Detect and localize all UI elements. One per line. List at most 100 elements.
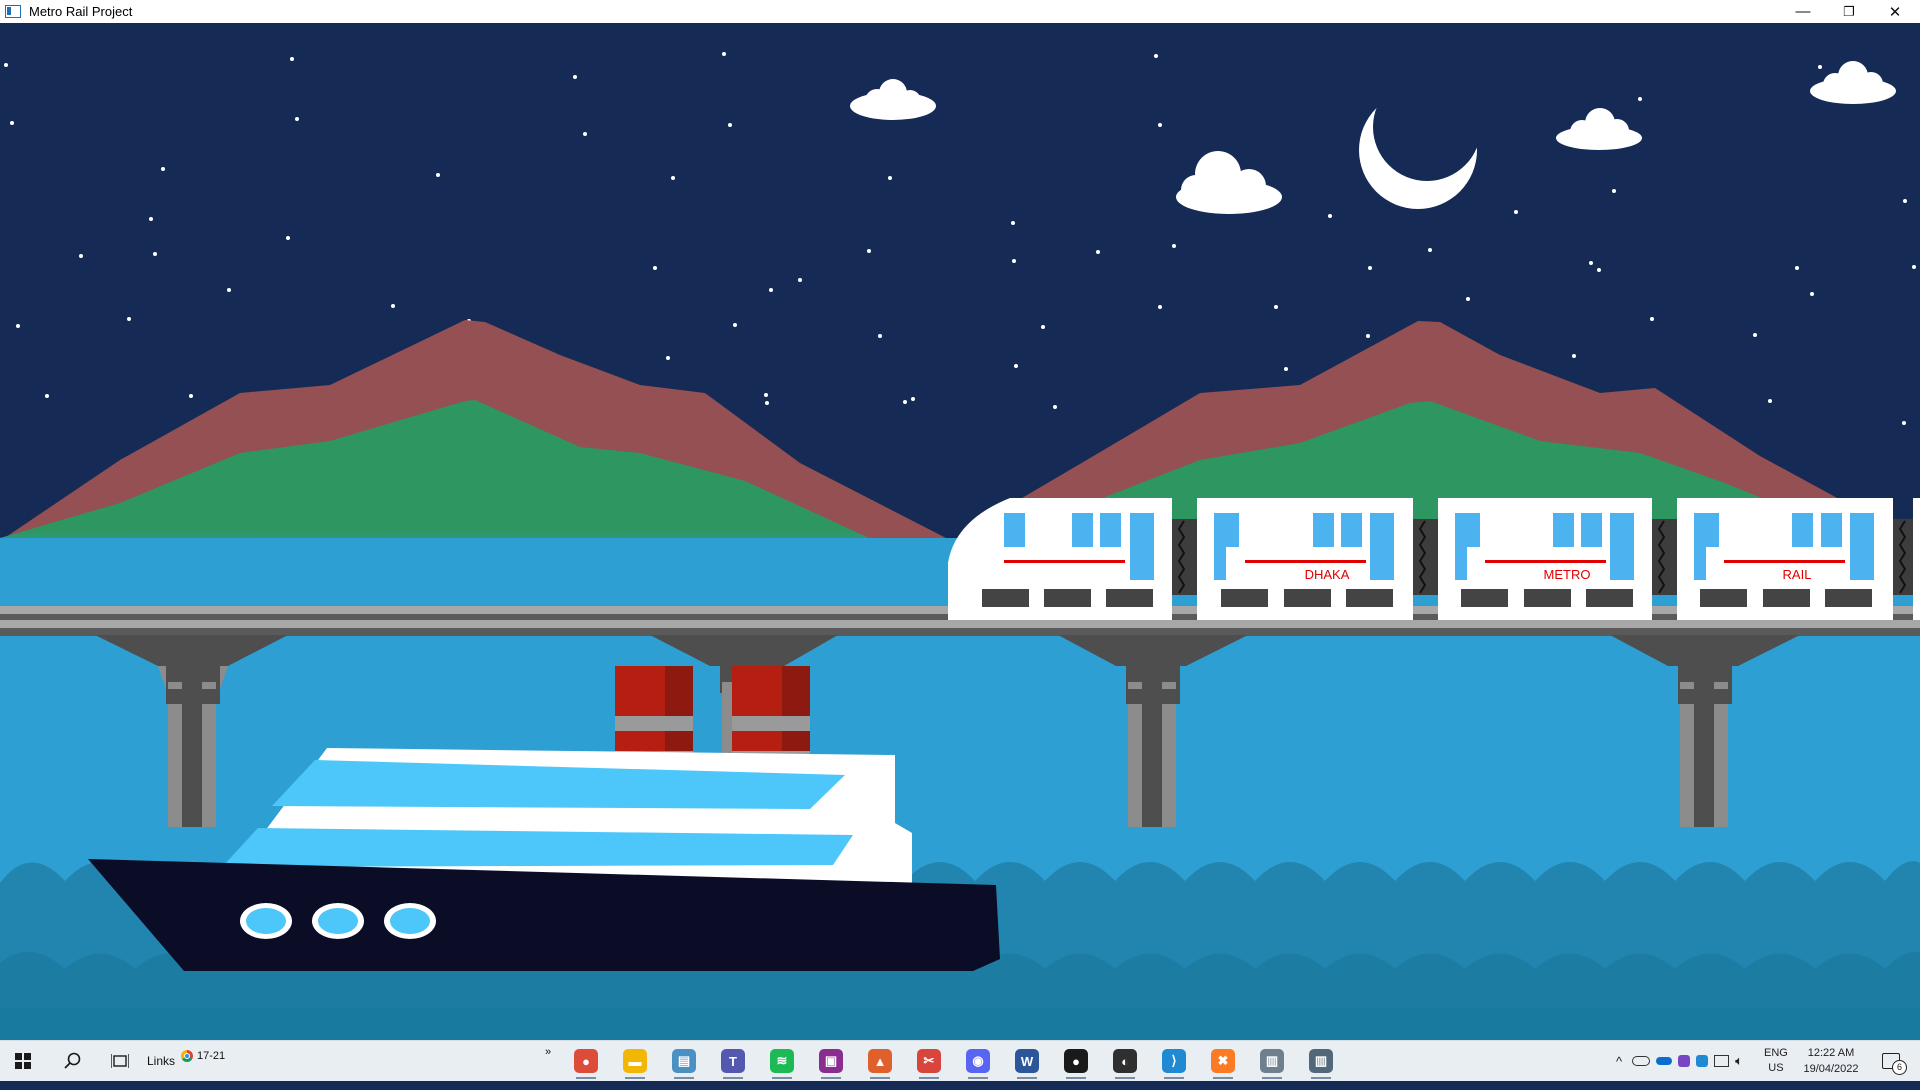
close-button[interactable]: ✕: [1872, 0, 1918, 23]
teams-icon[interactable]: T: [721, 1049, 745, 1079]
star-icon: [1638, 97, 1642, 101]
star-icon: [286, 236, 290, 240]
winrar-icon[interactable]: ▣: [819, 1049, 843, 1079]
vscode-icon[interactable]: ⟩: [1162, 1049, 1186, 1079]
star-icon: [1154, 54, 1158, 58]
xampp-icon[interactable]: ✖: [1211, 1049, 1235, 1079]
network-icon[interactable]: [1714, 1055, 1730, 1067]
star-icon: [1589, 261, 1593, 265]
star-icon: [666, 356, 670, 360]
start-button[interactable]: [0, 1041, 46, 1081]
star-icon: [671, 176, 675, 180]
star-icon: [573, 75, 577, 79]
notepad-icon[interactable]: ▤: [672, 1049, 696, 1079]
star-icon: [227, 288, 231, 292]
train-car-label-rail: RAIL: [1783, 567, 1812, 582]
window-title: Metro Rail Project: [29, 4, 133, 19]
star-icon: [1466, 297, 1470, 301]
matlab-icon[interactable]: ▲: [868, 1049, 892, 1079]
task-view-button[interactable]: [97, 1041, 143, 1081]
star-icon: [1818, 65, 1822, 69]
toolbar-overflow[interactable]: »: [540, 1041, 556, 1063]
star-icon: [1366, 334, 1370, 338]
star-icon: [911, 397, 915, 401]
star-icon: [1012, 259, 1016, 263]
metro-rail-scene: DHAKA METRO RAIL: [0, 23, 1920, 1040]
system-tray: ^ 🔈︎: [1616, 1041, 1751, 1081]
metro-rail-window-icon[interactable]: ▥: [1309, 1049, 1333, 1079]
star-icon: [1284, 367, 1288, 371]
file-explorer-icon[interactable]: ▬: [623, 1049, 647, 1079]
star-icon: [153, 252, 157, 256]
task-view-icon: [111, 1054, 129, 1068]
app-tray-icon[interactable]: [1696, 1055, 1709, 1067]
star-icon: [722, 52, 726, 56]
star-icon: [1650, 317, 1654, 321]
title-bar[interactable]: Metro Rail Project — ❐ ✕: [0, 0, 1920, 23]
chrome-icon: [181, 1050, 193, 1062]
language-indicator[interactable]: ENG US: [1764, 1041, 1788, 1081]
onedrive-icon[interactable]: [1632, 1056, 1651, 1066]
language-code: ENG: [1764, 1047, 1788, 1059]
train-car-edge: [1913, 498, 1920, 620]
links-toolbar[interactable]: Links: [146, 1041, 176, 1081]
snipping-tool-icon[interactable]: ✂: [917, 1049, 941, 1079]
star-icon: [10, 121, 14, 125]
train-car: DHAKA: [1197, 498, 1413, 620]
star-icon: [1053, 405, 1057, 409]
windows-icon: [15, 1053, 31, 1069]
star-icon: [798, 278, 802, 282]
security-icon[interactable]: [1678, 1055, 1691, 1067]
chrome-icon[interactable]: ●: [574, 1049, 598, 1079]
star-icon: [1753, 333, 1757, 337]
star-icon: [1158, 305, 1162, 309]
train-car-label-metro: METRO: [1544, 567, 1591, 582]
star-icon: [1014, 364, 1018, 368]
star-icon: [149, 217, 153, 221]
keyboard-layout: US: [1768, 1062, 1784, 1074]
word-icon[interactable]: W: [1015, 1049, 1039, 1079]
action-center-button[interactable]: 6: [1876, 1041, 1907, 1081]
star-icon: [1041, 325, 1045, 329]
bridge-deck-shadow: [0, 628, 1920, 636]
star-icon: [765, 401, 769, 405]
star-icon: [1903, 199, 1907, 203]
star-icon: [79, 254, 83, 258]
star-icon: [1597, 268, 1601, 272]
app-window-icon[interactable]: ▥: [1260, 1049, 1284, 1079]
star-icon: [1902, 421, 1906, 425]
star-icon: [769, 288, 773, 292]
deep-water: [0, 1008, 1920, 1040]
onedrive-blue-icon[interactable]: [1656, 1057, 1673, 1065]
star-icon: [1768, 399, 1772, 403]
bridge-deck-lower: [0, 620, 1920, 628]
maximize-button[interactable]: ❐: [1826, 0, 1872, 23]
star-icon: [1096, 250, 1100, 254]
obs-studio-icon[interactable]: ◐: [1113, 1049, 1137, 1079]
volume-icon[interactable]: 🔈︎: [1735, 1053, 1743, 1069]
star-icon: [16, 324, 20, 328]
train-car: RAIL: [1677, 498, 1893, 620]
train-car-head: [948, 498, 1172, 620]
chrome-link[interactable]: 17-21: [181, 1041, 241, 1090]
star-icon: [1158, 123, 1162, 127]
clock-date: 19/04/2022: [1803, 1063, 1859, 1075]
star-icon: [764, 393, 768, 397]
discord-icon[interactable]: ◉: [966, 1049, 990, 1079]
minimize-button[interactable]: —: [1780, 0, 1826, 23]
show-hidden-icons-chevron[interactable]: ^: [1616, 1054, 1622, 1069]
star-icon: [127, 317, 131, 321]
star-icon: [1172, 244, 1176, 248]
star-icon: [436, 173, 440, 177]
search-button[interactable]: [50, 1041, 96, 1081]
clock[interactable]: 12:22 AM 19/04/2022: [1800, 1041, 1862, 1081]
train-car-label-dhaka: DHAKA: [1305, 567, 1350, 582]
star-icon: [728, 123, 732, 127]
star-icon: [290, 57, 294, 61]
obs-record-icon[interactable]: ●: [1064, 1049, 1088, 1079]
star-icon: [4, 63, 8, 67]
notification-icon: 6: [1882, 1053, 1907, 1075]
star-icon: [1912, 265, 1916, 269]
spotify-icon[interactable]: ≋: [770, 1049, 794, 1079]
star-icon: [161, 167, 165, 171]
